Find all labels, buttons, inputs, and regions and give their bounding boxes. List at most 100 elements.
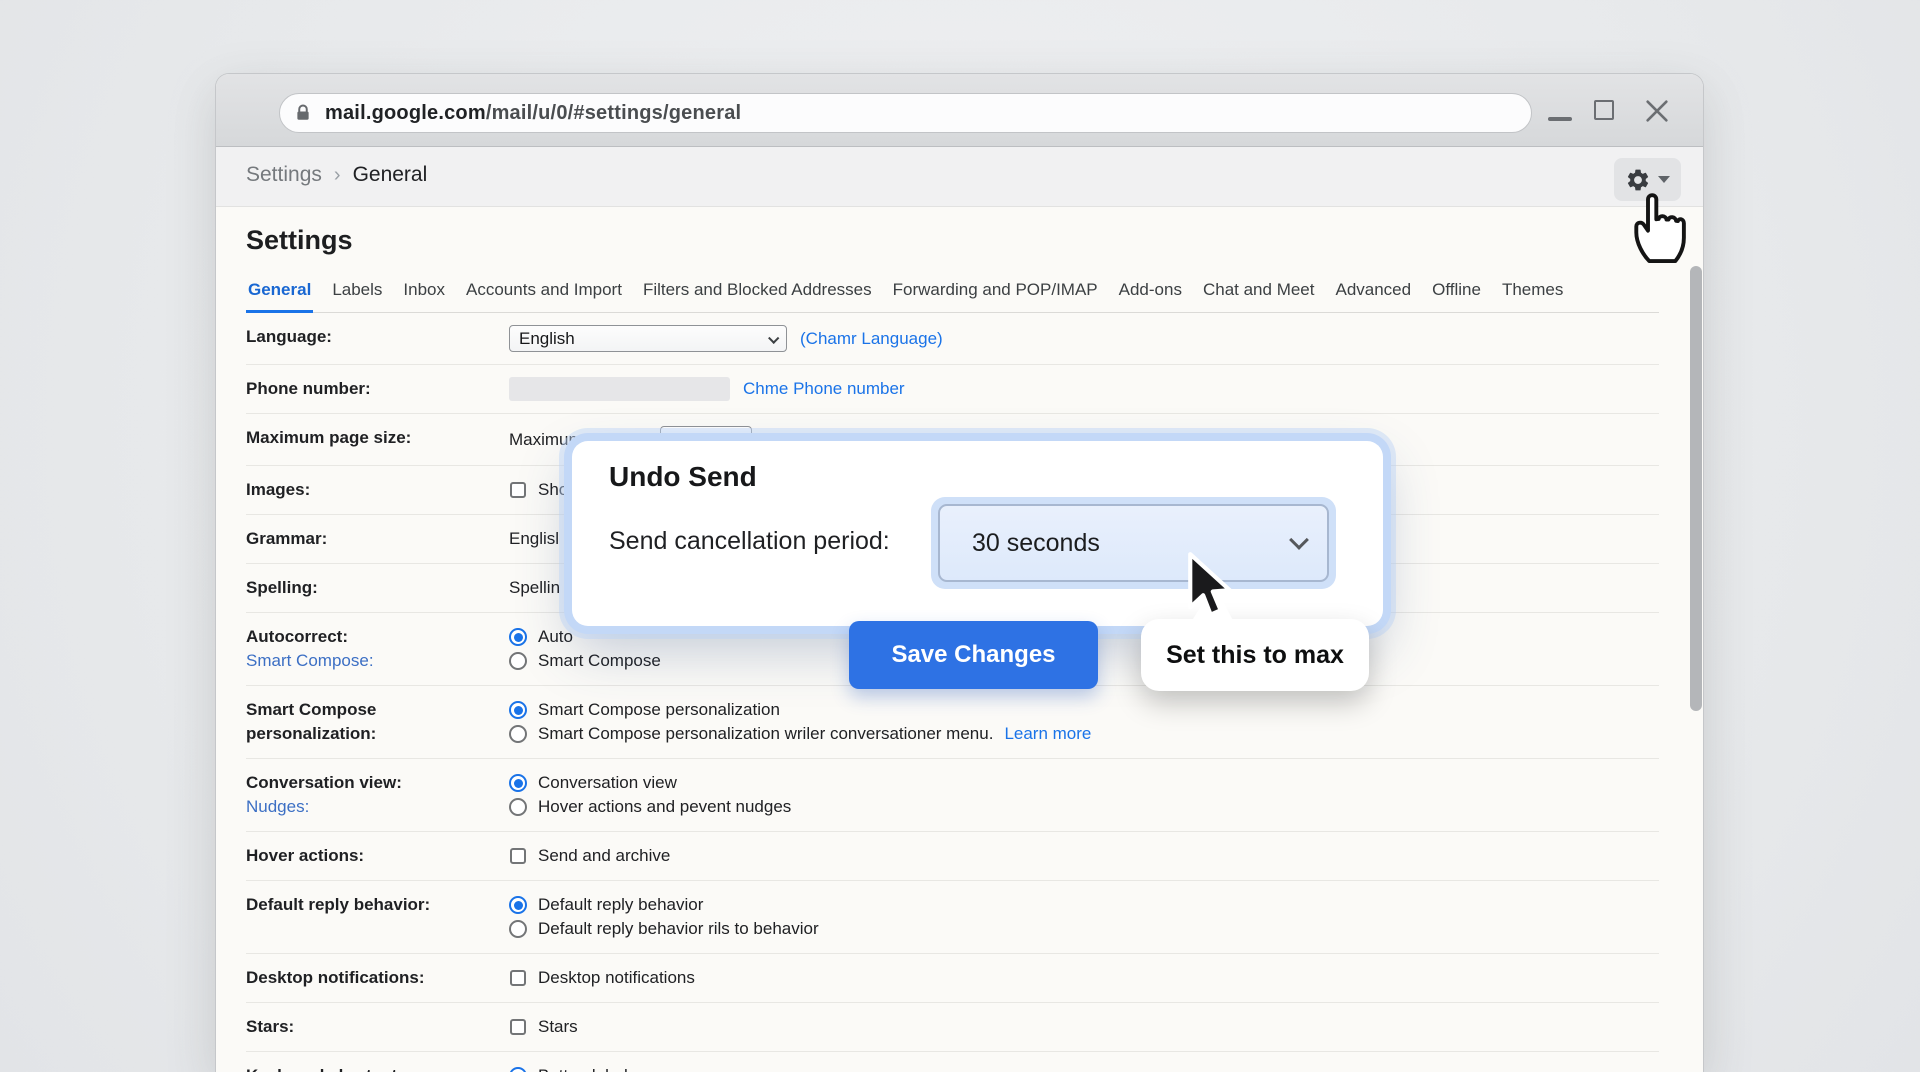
checkbox[interactable] xyxy=(510,482,526,498)
settings-row-hover-actions: Hover actions: Send and archive xyxy=(246,832,1659,881)
breadcrumb-settings[interactable]: Settings xyxy=(246,163,322,187)
row-label: Images: xyxy=(246,478,509,502)
arrow-cursor-icon xyxy=(1184,551,1234,627)
checkbox[interactable] xyxy=(510,970,526,986)
scrollbar-thumb[interactable] xyxy=(1690,266,1702,711)
row-content: Englisl xyxy=(509,527,559,551)
row-sublabel-link[interactable]: Smart Compose: xyxy=(246,649,509,673)
row-label: Phone number: xyxy=(246,377,509,401)
option-line: Smart Compose personalization wriler con… xyxy=(509,722,1091,746)
option-line: Auto xyxy=(509,625,661,649)
link-learn-more[interactable]: Learn more xyxy=(1004,722,1091,746)
row-content: Button labelsCreate contacts for auto-co… xyxy=(509,1064,994,1072)
row-text: Englisl xyxy=(509,527,559,551)
maximize-button[interactable] xyxy=(1594,100,1614,120)
row-label-cell: Default reply behavior: xyxy=(246,893,509,941)
row-text: Spellin xyxy=(509,576,560,600)
dropdown-value: English xyxy=(519,329,575,349)
breadcrumb-bar: Settings › General xyxy=(216,147,1703,207)
row-label-cell: Smart Compose personalization: xyxy=(246,698,509,746)
row-content: Conversation viewHover actions and peven… xyxy=(509,771,791,819)
option-label: Smart Compose personalization wriler con… xyxy=(538,722,993,746)
row-label-cell: Images: xyxy=(246,478,509,502)
radio-button[interactable] xyxy=(509,798,527,816)
option-label: Auto xyxy=(538,625,573,649)
chevron-down-icon xyxy=(768,332,779,343)
option-label: Desktop notifications xyxy=(538,966,695,990)
option-line: Send and archive xyxy=(509,844,670,868)
option-line: Default reply behavior xyxy=(509,893,819,917)
row-label-cell: Phone number: xyxy=(246,377,509,401)
tab-labels[interactable]: Labels xyxy=(330,280,384,312)
checkbox[interactable] xyxy=(510,1019,526,1035)
row-label-cell: Spelling: xyxy=(246,576,509,600)
row-content: Smart Compose personalizationSmart Compo… xyxy=(509,698,1091,746)
option-label: Conversation view xyxy=(538,771,677,795)
breadcrumb: Settings › General xyxy=(246,163,427,187)
settings-row-desktop-notifications: Desktop notifications: Desktop notificati… xyxy=(246,954,1659,1003)
option-label: Button labels xyxy=(538,1064,636,1072)
hand-cursor-icon xyxy=(1627,187,1695,270)
link-chme-phone-number[interactable]: Chme Phone number xyxy=(743,377,905,401)
url-domain: mail.google.com xyxy=(325,102,486,124)
tab-filters-and-blocked-addresses[interactable]: Filters and Blocked Addresses xyxy=(641,280,874,312)
row-content: Send and archive xyxy=(509,844,670,868)
option-label: Hover actions and pevent nudges xyxy=(538,795,791,819)
settings-row-language: Language:English(Chamr Language) xyxy=(246,313,1659,365)
phone-input[interactable] xyxy=(509,377,730,401)
row-label-cell: Keyboard shortcuts: xyxy=(246,1064,509,1072)
cancellation-period-label: Send cancellation period: xyxy=(609,527,890,556)
row-sublabel-link[interactable]: Nudges: xyxy=(246,795,509,819)
save-changes-button[interactable]: Save Changes xyxy=(849,621,1098,689)
browser-chrome: mail.google.com/mail/u/0/#settings/gener… xyxy=(216,74,1703,147)
radio-button[interactable] xyxy=(509,774,527,792)
checkbox[interactable] xyxy=(510,848,526,864)
radio-button[interactable] xyxy=(509,652,527,670)
row-label-cell: Maximum page size: xyxy=(246,426,509,453)
settings-row-smart-compose-personalization: Smart Compose personalization:Smart Comp… xyxy=(246,686,1659,759)
url-bar[interactable]: mail.google.com/mail/u/0/#settings/gener… xyxy=(279,93,1532,133)
row-label-cell: Desktop notifications: xyxy=(246,966,509,990)
row-content: Sho xyxy=(509,478,568,502)
tab-inbox[interactable]: Inbox xyxy=(401,280,447,312)
row-label-cell: Stars: xyxy=(246,1015,509,1039)
radio-button[interactable] xyxy=(509,1067,527,1072)
row-label: Stars: xyxy=(246,1015,509,1039)
tab-general[interactable]: General xyxy=(246,280,313,313)
cancellation-period-select[interactable]: 30 seconds xyxy=(931,497,1336,589)
lock-icon xyxy=(294,103,312,123)
tab-add-ons[interactable]: Add-ons xyxy=(1117,280,1184,312)
settings-row-keyboard-shortcuts: Keyboard shortcuts:Button labelsCreate c… xyxy=(246,1052,1659,1072)
radio-button[interactable] xyxy=(509,628,527,646)
radio-button[interactable] xyxy=(509,725,527,743)
row-label: Smart Compose personalization: xyxy=(246,698,509,746)
tab-offline[interactable]: Offline xyxy=(1430,280,1483,312)
option-line: Default reply behavior rils to behavior xyxy=(509,917,819,941)
tab-forwarding-and-pop-imap[interactable]: Forwarding and POP/IMAP xyxy=(891,280,1100,312)
dropdown-select[interactable]: English xyxy=(509,325,787,352)
option-label: Send and archive xyxy=(538,844,670,868)
option-label: Smart Compose personalization xyxy=(538,698,780,722)
undo-send-popup: Undo Send Send cancellation period: 30 s… xyxy=(572,441,1383,626)
row-content: Chme Phone number xyxy=(509,377,905,401)
row-content: Stars xyxy=(509,1015,578,1039)
minimize-button[interactable] xyxy=(1548,117,1572,121)
tooltip-text: Set this to max xyxy=(1166,641,1344,670)
radio-button[interactable] xyxy=(509,920,527,938)
tab-chat-and-meet[interactable]: Chat and Meet xyxy=(1201,280,1317,312)
tab-advanced[interactable]: Advanced xyxy=(1333,280,1413,312)
radio-button[interactable] xyxy=(509,896,527,914)
radio-button[interactable] xyxy=(509,701,527,719)
option-line: Button labels xyxy=(509,1064,994,1072)
popup-title: Undo Send xyxy=(609,461,757,493)
url-text: mail.google.com/mail/u/0/#settings/gener… xyxy=(325,102,741,125)
tab-accounts-and-import[interactable]: Accounts and Import xyxy=(464,280,624,312)
tab-themes[interactable]: Themes xyxy=(1500,280,1565,312)
option-label: Default reply behavior rils to behavior xyxy=(538,917,819,941)
close-button[interactable] xyxy=(1643,97,1671,125)
chevron-down-icon xyxy=(1658,176,1670,183)
url-path: /mail/u/0/#settings/general xyxy=(486,102,742,124)
option-line: Conversation view xyxy=(509,771,791,795)
row-label: Hover actions: xyxy=(246,844,509,868)
link-chamr-language[interactable]: (Chamr Language) xyxy=(800,327,943,351)
